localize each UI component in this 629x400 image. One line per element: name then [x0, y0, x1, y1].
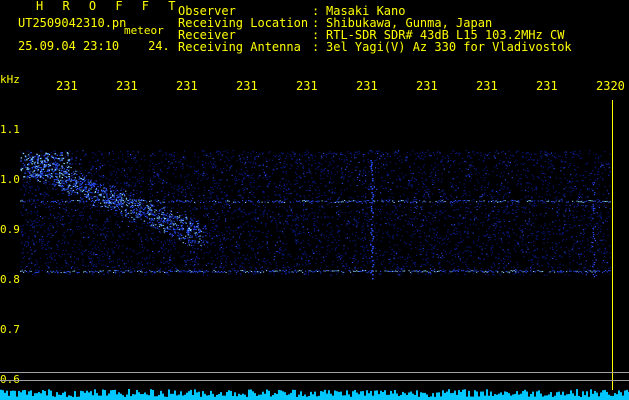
metadata-labels: Observer Receiving Location Receiver Rec… — [178, 4, 309, 54]
x-tick-label: 231 — [56, 79, 78, 93]
x-tick-label: 231 — [356, 79, 378, 93]
short-value: 24. — [148, 39, 170, 53]
x-tick-label: 231 — [536, 79, 558, 93]
y-tick-label: 1.1 — [0, 123, 20, 136]
x-tick-label: 231 — [296, 79, 318, 93]
datetime-readout: 25.09.04 23:10 24. — [18, 40, 170, 52]
x-tick-label: 231 — [176, 79, 198, 93]
y-tick-label: 1.0 — [0, 173, 20, 186]
plot-right-border — [612, 100, 613, 390]
y-axis-unit: kHz — [0, 73, 20, 86]
reference-line-lower — [0, 380, 629, 381]
y-tick-label: 0.7 — [0, 323, 20, 336]
x-tick-label: 2320 — [596, 79, 625, 93]
spectrogram-screen: H R O F F T UT2509042310.pn meteor 25.09… — [0, 0, 629, 400]
metadata-values: Masaki Kano Shibukawa, Gunma, Japan RTL-… — [326, 4, 572, 54]
x-tick-label: 231 — [116, 79, 138, 93]
x-tick-label: 231 — [476, 79, 498, 93]
file-name: UT2509042310.pn — [18, 16, 127, 30]
signal-level-histogram — [0, 389, 629, 400]
x-tick-label: 231 — [416, 79, 438, 93]
reference-line-upper — [0, 372, 629, 373]
waterfall-noise-field — [20, 150, 612, 280]
app-brand: H R O F F T — [36, 0, 182, 13]
waterfall-plot — [20, 100, 612, 390]
datetime-text: 25.09.04 23:10 — [18, 39, 120, 53]
y-tick-label: 0.9 — [0, 223, 20, 236]
file-name-suffix: meteor — [124, 24, 164, 37]
x-tick-label: 231 — [236, 79, 258, 93]
metadata-separators: : : : : — [312, 4, 320, 54]
y-tick-label: 0.8 — [0, 273, 20, 286]
